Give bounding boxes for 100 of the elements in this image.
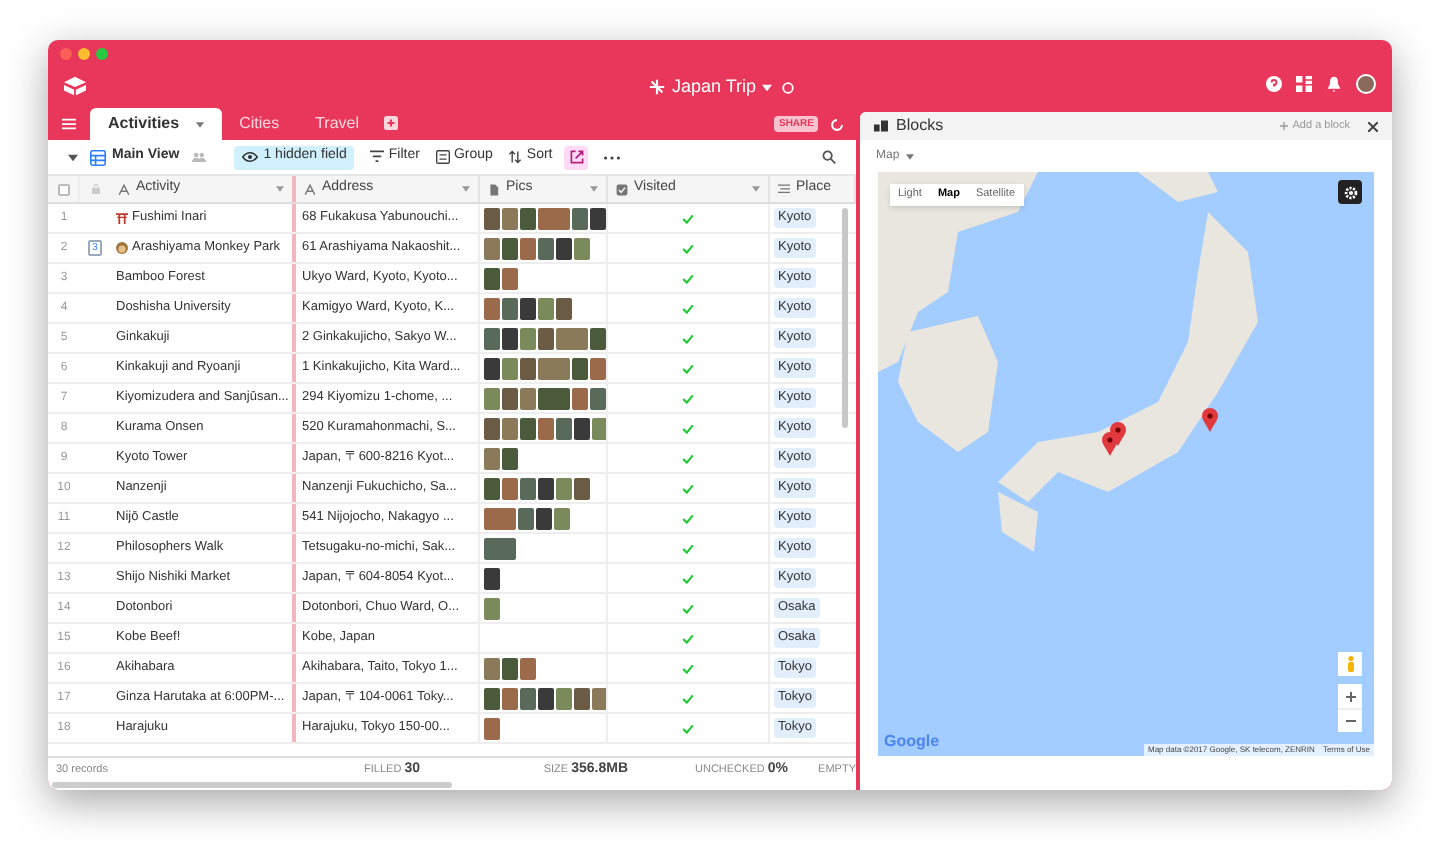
bell-icon[interactable]: [1326, 76, 1342, 92]
photo-thumbnail[interactable]: [518, 507, 534, 529]
photo-thumbnail[interactable]: [592, 417, 606, 439]
caret-icon[interactable]: [68, 153, 78, 161]
photo-thumbnail[interactable]: [520, 477, 536, 499]
checkmark-icon[interactable]: [682, 543, 694, 553]
photo-thumbnail[interactable]: [484, 207, 500, 229]
photo-thumbnail[interactable]: [520, 297, 536, 319]
photo-thumbnail[interactable]: [502, 447, 518, 469]
photo-thumbnail[interactable]: [538, 297, 554, 319]
photo-thumbnail[interactable]: [484, 567, 500, 589]
photo-thumbnail[interactable]: [502, 417, 518, 439]
photo-thumbnail[interactable]: [572, 387, 588, 409]
checkmark-icon[interactable]: [682, 723, 694, 733]
grid-icon[interactable]: [1296, 76, 1312, 92]
photo-thumbnail[interactable]: [502, 357, 518, 379]
checkmark-icon[interactable]: [682, 483, 694, 493]
photo-thumbnail[interactable]: [484, 447, 500, 469]
photo-thumbnail[interactable]: [574, 417, 590, 439]
photo-thumbnail[interactable]: [502, 657, 518, 679]
photo-thumbnail[interactable]: [520, 687, 536, 709]
map-pin-icon[interactable]: [1202, 408, 1218, 432]
map-pin-icon[interactable]: [1110, 422, 1126, 446]
checkmark-icon[interactable]: [682, 213, 694, 223]
photo-thumbnail[interactable]: [592, 687, 606, 709]
photo-thumbnail[interactable]: [484, 477, 500, 499]
photo-thumbnail[interactable]: [520, 327, 536, 349]
photo-thumbnail[interactable]: [572, 357, 588, 379]
scrollbar[interactable]: [842, 208, 848, 428]
photo-thumbnail[interactable]: [484, 537, 516, 559]
settings-button[interactable]: [1338, 180, 1362, 204]
photo-thumbnail[interactable]: [502, 297, 518, 319]
checkmark-icon[interactable]: [682, 453, 694, 463]
photo-thumbnail[interactable]: [484, 657, 500, 679]
photo-thumbnail[interactable]: [502, 387, 518, 409]
checkmark-icon[interactable]: [682, 603, 694, 613]
photo-thumbnail[interactable]: [590, 327, 606, 349]
select-all-checkbox[interactable]: [57, 183, 69, 195]
share-view-button[interactable]: [564, 145, 589, 169]
photo-thumbnail[interactable]: [538, 477, 554, 499]
search-icon[interactable]: [822, 150, 836, 164]
checkmark-icon[interactable]: [682, 273, 694, 283]
photo-thumbnail[interactable]: [520, 657, 536, 679]
photo-thumbnail[interactable]: [520, 237, 536, 259]
checkmark-icon[interactable]: [682, 393, 694, 403]
photo-thumbnail[interactable]: [502, 207, 518, 229]
checkmark-icon[interactable]: [682, 513, 694, 523]
photo-thumbnail[interactable]: [520, 357, 536, 379]
photo-thumbnail[interactable]: [484, 597, 500, 619]
photo-thumbnail[interactable]: [538, 237, 554, 259]
history-icon[interactable]: [830, 118, 844, 132]
photo-thumbnail[interactable]: [502, 237, 518, 259]
checkmark-icon[interactable]: [682, 243, 694, 253]
photo-thumbnail[interactable]: [484, 717, 500, 739]
photo-thumbnail[interactable]: [556, 297, 572, 319]
photo-thumbnail[interactable]: [520, 387, 536, 409]
photo-thumbnail[interactable]: [502, 687, 518, 709]
help-icon[interactable]: [1266, 76, 1282, 92]
checkmark-icon[interactable]: [682, 333, 694, 343]
checkmark-icon[interactable]: [682, 423, 694, 433]
photo-thumbnail[interactable]: [556, 477, 572, 499]
photo-thumbnail[interactable]: [590, 207, 606, 229]
photo-thumbnail[interactable]: [554, 507, 570, 529]
photo-thumbnail[interactable]: [502, 327, 518, 349]
photo-thumbnail[interactable]: [590, 387, 606, 409]
caret-icon[interactable]: [762, 83, 773, 92]
photo-thumbnail[interactable]: [536, 507, 552, 529]
photo-thumbnail[interactable]: [590, 357, 606, 379]
photo-thumbnail[interactable]: [502, 477, 518, 499]
checkmark-icon[interactable]: [682, 573, 694, 583]
photo-thumbnail[interactable]: [538, 687, 554, 709]
photo-thumbnail[interactable]: [484, 237, 500, 259]
photo-thumbnail[interactable]: [538, 417, 554, 439]
minimize-button[interactable]: [78, 48, 90, 60]
photo-thumbnail[interactable]: [538, 327, 554, 349]
photo-thumbnail[interactable]: [556, 237, 572, 259]
photo-thumbnail[interactable]: [484, 507, 516, 529]
avatar[interactable]: [1356, 74, 1376, 94]
photo-thumbnail[interactable]: [538, 207, 570, 229]
photo-thumbnail[interactable]: [556, 417, 572, 439]
photo-thumbnail[interactable]: [574, 237, 590, 259]
photo-thumbnail[interactable]: [538, 387, 570, 409]
photo-thumbnail[interactable]: [484, 387, 500, 409]
photo-thumbnail[interactable]: [574, 477, 590, 499]
tab[interactable]: Activities: [90, 108, 222, 140]
photo-thumbnail[interactable]: [502, 267, 518, 289]
photo-thumbnail[interactable]: [520, 207, 536, 229]
checkmark-icon[interactable]: [682, 303, 694, 313]
photo-thumbnail[interactable]: [484, 297, 500, 319]
photo-thumbnail[interactable]: [556, 327, 588, 349]
horizontal-scrollbar[interactable]: [52, 782, 452, 788]
photo-thumbnail[interactable]: [572, 207, 588, 229]
logo-icon[interactable]: [64, 76, 86, 96]
photo-thumbnail[interactable]: [484, 357, 500, 379]
photo-thumbnail[interactable]: [484, 687, 500, 709]
photo-thumbnail[interactable]: [574, 687, 590, 709]
photo-thumbnail[interactable]: [520, 417, 536, 439]
photo-thumbnail[interactable]: [484, 417, 500, 439]
info-icon[interactable]: [782, 81, 795, 94]
photo-thumbnail[interactable]: [556, 687, 572, 709]
